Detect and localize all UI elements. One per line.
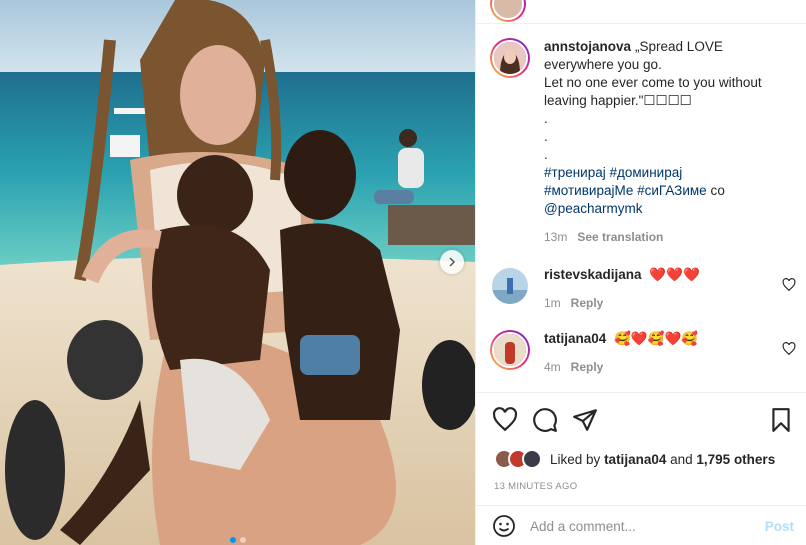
- comment-time[interactable]: 4m: [544, 360, 561, 374]
- beach-photo: [0, 0, 475, 545]
- reply-button[interactable]: Reply: [571, 296, 604, 310]
- caption-line-4: leaving happier."☐☐☐☐: [544, 93, 692, 108]
- comment-input[interactable]: [530, 518, 765, 534]
- caption-dot: .: [544, 129, 548, 144]
- comment-item: tatijana04 🥰❤️🥰❤️🥰 4m Reply: [490, 330, 796, 376]
- hashtag-connector: со: [710, 183, 725, 198]
- hashtag-link[interactable]: #мотивирајМе: [544, 183, 633, 198]
- next-photo-button[interactable]: [440, 250, 464, 274]
- author-avatar[interactable]: [490, 38, 530, 78]
- commenter-avatar[interactable]: [490, 330, 530, 370]
- caption: annstojanova „Spread LOVE everywhere you …: [490, 38, 796, 246]
- liker-avatar: [522, 449, 542, 469]
- carousel-dot-active: [229, 537, 236, 543]
- caption-line-3: Let no one ever come to you without: [544, 75, 762, 90]
- like-heart-icon[interactable]: [492, 407, 518, 433]
- header-avatar[interactable]: [490, 0, 526, 22]
- post-comment-button[interactable]: Post: [765, 519, 794, 534]
- post-side-panel: annstojanova „Spread LOVE everywhere you …: [475, 0, 806, 545]
- caption-line-2: everywhere you go.: [544, 57, 662, 72]
- comment-text: ❤️❤️❤️: [649, 267, 700, 282]
- like-comment-heart-icon[interactable]: [782, 278, 796, 292]
- comment-username[interactable]: ristevskadijana: [544, 267, 642, 282]
- liked-by-user[interactable]: tatijana04: [604, 452, 666, 467]
- reply-button[interactable]: Reply: [571, 360, 604, 374]
- commenter-avatar[interactable]: [492, 268, 528, 304]
- hashtag-link[interactable]: #тренирај: [544, 165, 606, 180]
- add-comment-bar: Post: [476, 505, 806, 545]
- like-comment-heart-icon[interactable]: [782, 342, 796, 356]
- likes-summary: Liked by tatijana04 and 1,795 others: [494, 449, 775, 469]
- share-paper-plane-icon[interactable]: [572, 407, 598, 433]
- header-strip: [476, 0, 806, 24]
- caption-time[interactable]: 13m: [544, 230, 567, 244]
- liked-by-prefix: Liked by: [550, 451, 601, 467]
- post-photo[interactable]: [0, 0, 475, 545]
- author-avatar-image: [494, 42, 526, 74]
- carousel-dots: [0, 537, 475, 543]
- emoji-icon[interactable]: [492, 514, 516, 538]
- mention-link[interactable]: @peacharmymk: [544, 201, 642, 216]
- see-translation-button[interactable]: See translation: [577, 230, 663, 244]
- comment-bubble-icon[interactable]: [532, 407, 558, 433]
- liked-by-and: and: [670, 451, 693, 467]
- hashtag-link[interactable]: #сиГАЗиме: [637, 183, 707, 198]
- caption-username[interactable]: annstojanova: [544, 39, 631, 54]
- comment-item: ristevskadijana ❤️❤️❤️ 1m Reply: [490, 266, 796, 312]
- comment-username[interactable]: tatijana04: [544, 331, 606, 346]
- carousel-dot: [239, 537, 246, 543]
- chevron-right-icon: [449, 257, 456, 267]
- post-timestamp[interactable]: 13 MINUTES AGO: [494, 481, 577, 492]
- caption-dot: .: [544, 111, 548, 126]
- likes-count-link[interactable]: 1,795 others: [696, 452, 775, 467]
- liker-avatars[interactable]: [494, 449, 542, 469]
- caption-line-1: „Spread LOVE: [635, 39, 723, 54]
- action-icon-bar: [492, 407, 794, 433]
- hashtag-link[interactable]: #доминирај: [610, 165, 683, 180]
- post-actions: Liked by tatijana04 and 1,795 others 13 …: [476, 392, 806, 545]
- comment-text: 🥰❤️🥰❤️🥰: [614, 331, 699, 346]
- comment-time[interactable]: 1m: [544, 296, 561, 310]
- commenter-avatar-image: [494, 334, 526, 366]
- save-bookmark-icon[interactable]: [768, 407, 794, 433]
- caption-dot: .: [544, 147, 548, 162]
- commenter-avatar-image: [492, 268, 528, 304]
